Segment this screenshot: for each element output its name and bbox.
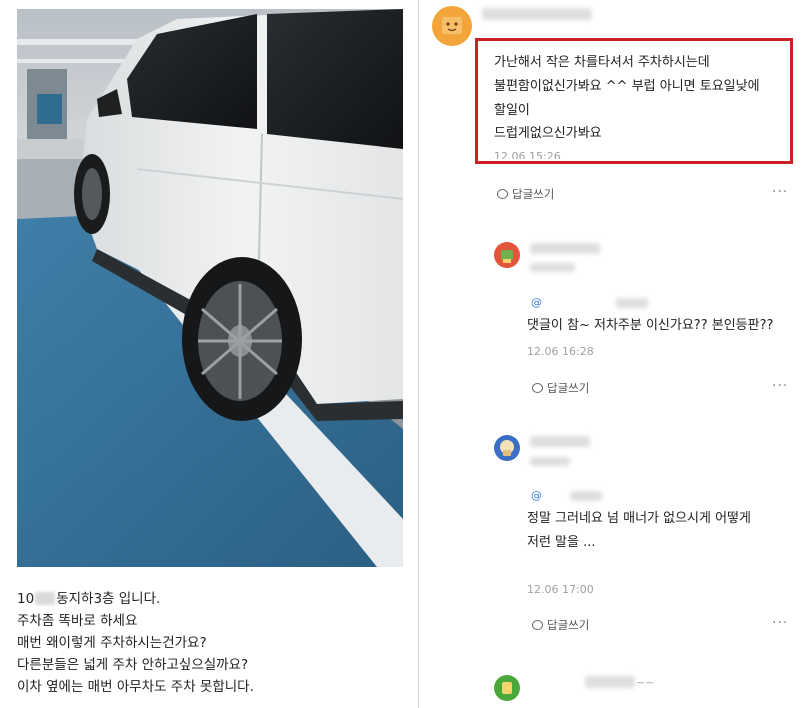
avatar-icon[interactable] (494, 675, 520, 701)
post-line-prefix: 10 (17, 591, 35, 607)
comment-line: 가난해서 작은 차를타셔서 주차하시는데 (494, 55, 710, 70)
blurred-number (35, 592, 56, 605)
comment-line: 불편함이없신가봐요 ^^ 부럽 아니면 토요일낮에 (494, 79, 760, 94)
blurred-username (585, 676, 635, 688)
post-body: 10 동지하3층 입니다. 주차좀 똑바로 하세요 매번 왜이렇게 주차하시는건가… (17, 588, 407, 698)
parked-car-photo (17, 9, 403, 567)
partial-username: ~~ (636, 676, 655, 689)
more-icon[interactable]: ··· (772, 378, 788, 394)
comment-line: 댓글이 참~ 저차주분 이신가요?? 본인등판?? (527, 318, 774, 333)
avatar-icon[interactable] (494, 242, 520, 268)
more-icon[interactable]: ··· (772, 615, 788, 631)
reply-label: 답글쓰기 (547, 618, 590, 632)
post-line: 매번 왜이렇게 주차하시는건가요? (17, 635, 207, 651)
reply-button[interactable]: 답글쓰기 (532, 380, 589, 396)
comment-line: 할일이 (494, 103, 530, 118)
more-icon[interactable]: ··· (772, 184, 788, 200)
blurred-badge (530, 263, 575, 272)
reply-icon (532, 383, 543, 393)
reply-icon (532, 620, 543, 630)
post-line-suffix: 동지하3층 입니다. (56, 591, 161, 607)
reply-icon (497, 189, 508, 199)
post-line: 다른분들은 넓게 주차 안하고싶으실까요? (17, 657, 249, 673)
comment-time: 12.06 15:26 (494, 150, 561, 159)
blurred-mention (570, 491, 602, 501)
blurred-badge (530, 457, 570, 466)
avatar-icon[interactable] (494, 435, 520, 461)
post-panel: 10 동지하3층 입니다. 주차좀 똑바로 하세요 매번 왜이렇게 주차하시는건가… (0, 0, 419, 708)
comment-line: 정말 그러네요 넘 매너가 없으시게 어떻게 (527, 511, 751, 526)
comment-time: 12.06 17:00 (527, 583, 594, 596)
post-line: 이차 옆에는 매번 아무차도 주차 못합니다. (17, 679, 254, 695)
comment-line: 저런 말을 ... (527, 535, 596, 550)
reply-button[interactable]: 답글쓰기 (497, 186, 554, 202)
post-line: 주차좀 똑바로 하세요 (17, 613, 138, 629)
blurred-username (482, 8, 592, 20)
blurred-username (530, 436, 590, 447)
comment-line: 드럽게없으신가봐요 (494, 126, 602, 141)
reply-label: 답글쓰기 (512, 187, 555, 201)
post-line: 10 동지하3층 입니다. (17, 588, 407, 610)
reply-label: 답글쓰기 (547, 381, 590, 395)
mention-tag[interactable]: @ (531, 296, 542, 309)
blurred-mention (616, 298, 648, 308)
comment-time: 12.06 16:28 (527, 345, 594, 358)
reply-button[interactable]: 답글쓰기 (532, 617, 589, 633)
avatar-icon[interactable] (432, 6, 472, 46)
mention-tag[interactable]: @ (531, 489, 542, 502)
blurred-username (530, 243, 600, 254)
